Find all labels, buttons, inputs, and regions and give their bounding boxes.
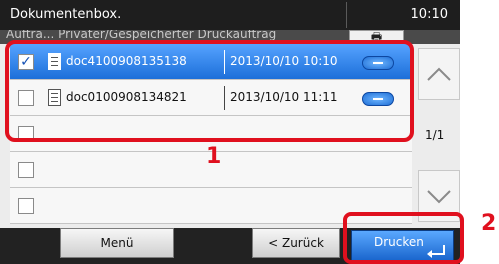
- row-checkbox[interactable]: [18, 198, 34, 214]
- chevron-up-icon: [427, 67, 451, 81]
- screen-title: Dokumentenbox.: [10, 7, 122, 22]
- page-indicator: 1/1: [425, 128, 445, 142]
- title-divider: [346, 2, 347, 28]
- callout-number-2: 2: [481, 211, 497, 236]
- row-checkbox[interactable]: [18, 162, 34, 178]
- title-bar: Dokumentenbox. 10:10: [0, 0, 460, 30]
- scroll-up-button[interactable]: [418, 48, 460, 100]
- back-button[interactable]: < Zurück: [252, 228, 340, 258]
- clock: 10:10: [410, 7, 448, 22]
- highlight-box-list: [5, 40, 414, 142]
- callout-number-1: 1: [206, 144, 222, 169]
- highlight-box-print: [343, 212, 464, 264]
- menu-button[interactable]: Menü: [60, 228, 174, 258]
